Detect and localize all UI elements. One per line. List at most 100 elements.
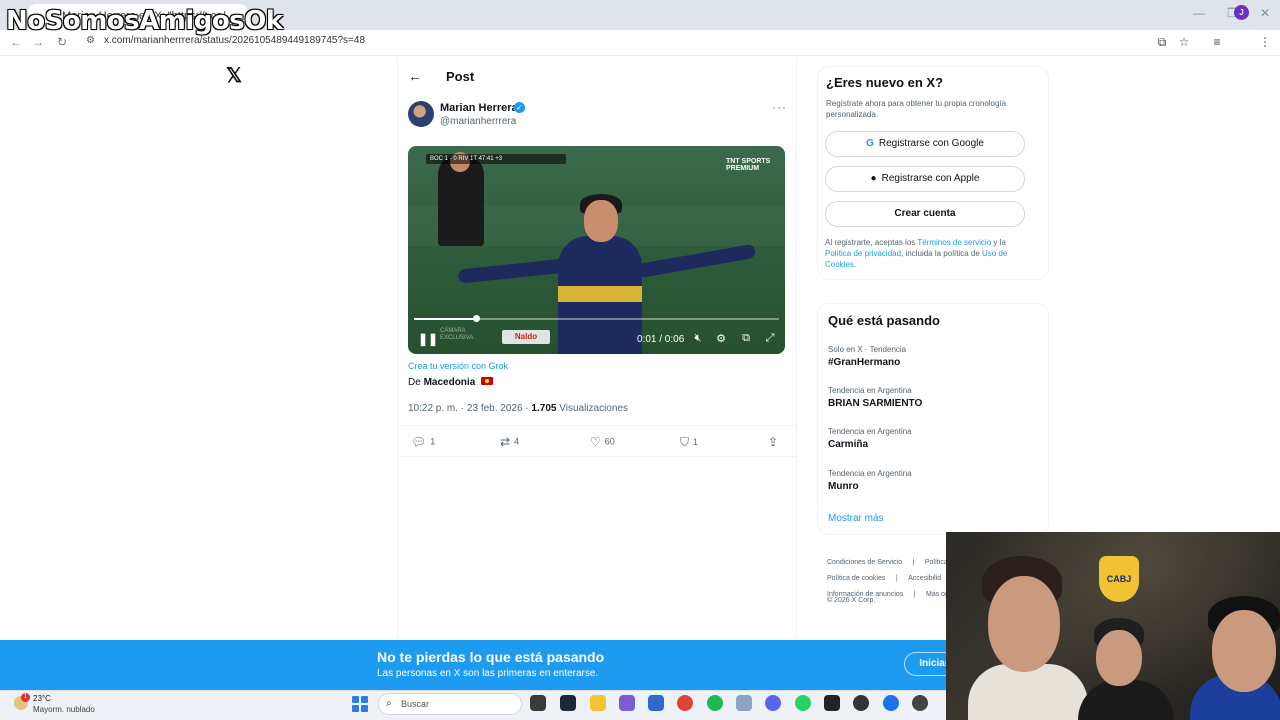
media-player-icon[interactable] [853, 695, 869, 711]
watermark: NoSomosAmigosOk [6, 6, 283, 36]
video-progress-knob[interactable] [473, 315, 481, 322]
post-timestamp[interactable]: 10:22 p. m. · 23 feb. 2026 · [408, 403, 529, 414]
post-actions-bar: 💬︎ 1 ⇄ 4 ♡ 60 ⛉ 1 ⇪ [397, 425, 797, 457]
install-app-icon[interactable]: ⧉ [1154, 34, 1170, 50]
create-account-button[interactable]: Crear cuenta [825, 201, 1025, 227]
chrome-profile-icon[interactable] [883, 695, 899, 711]
signup-google-button[interactable]: G Registrarse con Google [825, 131, 1025, 157]
browser-menu-icon[interactable]: ⋮ [1257, 34, 1273, 50]
reading-list-icon[interactable]: ≡ [1209, 34, 1225, 50]
footer-separator: | [912, 559, 915, 566]
footer-link[interactable]: Condiciones de Servicio [827, 559, 902, 566]
store-app-icon[interactable] [648, 695, 664, 711]
player-arm-right [635, 243, 757, 279]
sponsor-badge: Naldo [502, 330, 550, 344]
author-name[interactable]: Marian Herrera [440, 102, 518, 114]
footer-link[interactable]: Política de cookies [827, 575, 885, 582]
origin-prefix: De [408, 377, 421, 388]
start-button[interactable] [352, 696, 368, 712]
more-options-icon[interactable]: ··· [772, 100, 787, 114]
video-progress-fill [414, 318, 477, 320]
pause-icon[interactable]: ❚❚ [418, 332, 438, 346]
bookmark-button[interactable]: ⛉ 1 [680, 435, 698, 450]
signup-google-label: Registrarse con Google [878, 138, 984, 149]
back-arrow-icon[interactable]: ← [408, 68, 422, 84]
trend-item[interactable]: Munro [828, 481, 859, 492]
trend-item[interactable]: BRIAN SARMIENTO [828, 398, 922, 409]
terms-link[interactable]: Términos de servicio [917, 238, 991, 247]
player-head [584, 200, 618, 242]
notification-badge: 1 [21, 693, 30, 702]
minimize-icon[interactable]: — [1193, 6, 1205, 20]
banner-subtitle: Las personas en X son las primeras en en… [377, 668, 599, 679]
macedonia-flag-icon [481, 377, 494, 386]
footer-separator: | [895, 575, 898, 582]
trends-card [817, 303, 1049, 535]
signup-title: ¿Eres nuevo en X? [826, 75, 944, 90]
trends-title: Qué está pasando [828, 313, 940, 328]
obs-app-icon[interactable] [824, 695, 840, 711]
back-nav-icon[interactable]: ← [8, 34, 24, 50]
picture-in-picture-icon[interactable]: ⧉ [739, 332, 753, 345]
share-button[interactable]: ⇪ [768, 435, 782, 449]
whatsapp-app-icon[interactable] [795, 695, 811, 711]
player-shirt-band [558, 286, 642, 302]
share-icon: ⇪ [768, 435, 779, 449]
signup-apple-button[interactable]: ● Registrarse con Apple [825, 166, 1025, 192]
close-icon[interactable]: ✕ [1260, 6, 1270, 20]
views-count: 1.705 [531, 403, 557, 414]
footer-separator: | [913, 591, 916, 598]
copilot-app-icon[interactable] [619, 695, 635, 711]
spotify-app-icon[interactable] [707, 695, 723, 711]
repost-count: 4 [514, 436, 520, 447]
reload-icon[interactable]: ↻ [54, 34, 70, 50]
reply-icon: 💬︎ [411, 435, 427, 449]
player-arm-left [457, 258, 569, 284]
like-button[interactable]: ♡ 60 [590, 435, 615, 449]
grok-link[interactable]: Crea tu versión con Grok [408, 361, 508, 371]
weather-description[interactable]: Mayorm. nublado [33, 705, 95, 714]
repost-button[interactable]: ⇄ 4 [500, 435, 519, 449]
post-meta: 10:22 p. m. · 23 feb. 2026 · 1.705 Visua… [408, 403, 628, 414]
x-logo-icon[interactable]: 𝕏 [226, 66, 246, 86]
reply-button[interactable]: 💬︎ 1 [411, 435, 435, 449]
signup-subtitle: Regístrate ahora para obtener tu propia … [826, 99, 1007, 119]
app-icon[interactable] [912, 695, 928, 711]
repost-icon: ⇄ [500, 435, 511, 449]
broadcaster-logo: TNT SPORTS PREMIUM [726, 158, 771, 172]
photos-app-icon[interactable] [736, 695, 752, 711]
chrome-app-icon[interactable] [677, 695, 693, 711]
mute-icon[interactable]: 🔇︎ [691, 332, 705, 345]
apple-icon: ● [870, 173, 877, 184]
steam-app-icon[interactable] [560, 695, 576, 711]
trend-item[interactable]: #GranHermano [828, 357, 900, 368]
boca-crest: CABJ [1099, 556, 1139, 602]
trend-meta: Tendencia en Argentina [828, 427, 912, 436]
footer-link[interactable]: Accesibilid [908, 575, 941, 582]
show-more-link[interactable]: Mostrar más [828, 513, 884, 524]
author-avatar[interactable] [408, 101, 434, 127]
bookmark-count: 1 [693, 436, 699, 447]
fullscreen-icon[interactable]: ⤢ [763, 332, 777, 345]
file-explorer-icon[interactable] [590, 695, 606, 711]
trend-meta: Tendencia en Argentina [828, 469, 912, 478]
site-info-icon[interactable]: ⚙ [86, 35, 95, 46]
bookmark-icon: ⛉ [680, 435, 690, 449]
author-handle[interactable]: @marianherrrera [440, 116, 516, 127]
taskbar-search[interactable]: Buscar [378, 693, 522, 715]
weather-temperature[interactable]: 23°C [33, 694, 51, 703]
trend-item[interactable]: Carmiña [828, 439, 868, 450]
settings-gear-icon[interactable]: ⚙ [714, 332, 728, 345]
privacy-link[interactable]: Política de privacidad [825, 249, 901, 258]
terminal-app-icon[interactable] [530, 695, 546, 711]
discord-app-icon[interactable] [765, 695, 781, 711]
profile-avatar[interactable]: J [1234, 5, 1249, 20]
bookmark-star-icon[interactable]: ☆ [1176, 34, 1192, 50]
forward-nav-icon[interactable]: → [30, 34, 46, 50]
address-bar[interactable]: x.com/marianherrrera/status/202610548944… [104, 35, 365, 46]
google-icon: G [866, 138, 874, 149]
legal-mid: , incluida la política de [901, 249, 980, 258]
video-player[interactable]: BOC 1 - 0 RIV 1T 47:41 +3 TNT SPORTS PRE… [408, 146, 785, 354]
window-controls: — ❐ ✕ [1193, 6, 1270, 20]
signup-apple-label: Registrarse con Apple [881, 173, 980, 184]
